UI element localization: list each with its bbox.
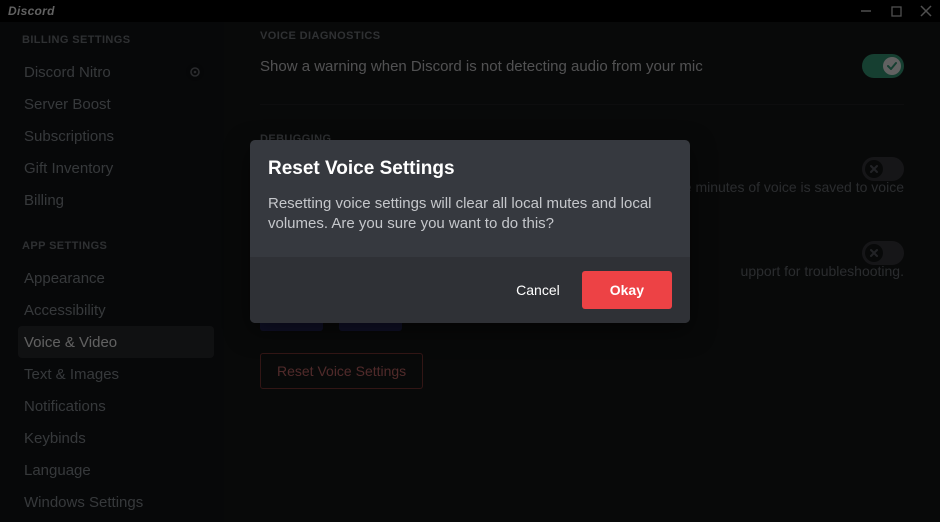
modal-overlay: Reset Voice Settings Resetting voice set…	[0, 0, 940, 522]
reset-voice-modal: Reset Voice Settings Resetting voice set…	[250, 140, 690, 323]
okay-button[interactable]: Okay	[582, 271, 672, 309]
modal-body: Reset Voice Settings Resetting voice set…	[250, 140, 690, 257]
modal-text: Resetting voice settings will clear all …	[268, 194, 672, 235]
modal-footer: Cancel Okay	[250, 257, 690, 323]
app-window: Discord BILLING SETTINGS Discord Nitro	[0, 0, 940, 522]
cancel-button[interactable]: Cancel	[516, 282, 560, 298]
modal-title: Reset Voice Settings	[268, 158, 672, 180]
